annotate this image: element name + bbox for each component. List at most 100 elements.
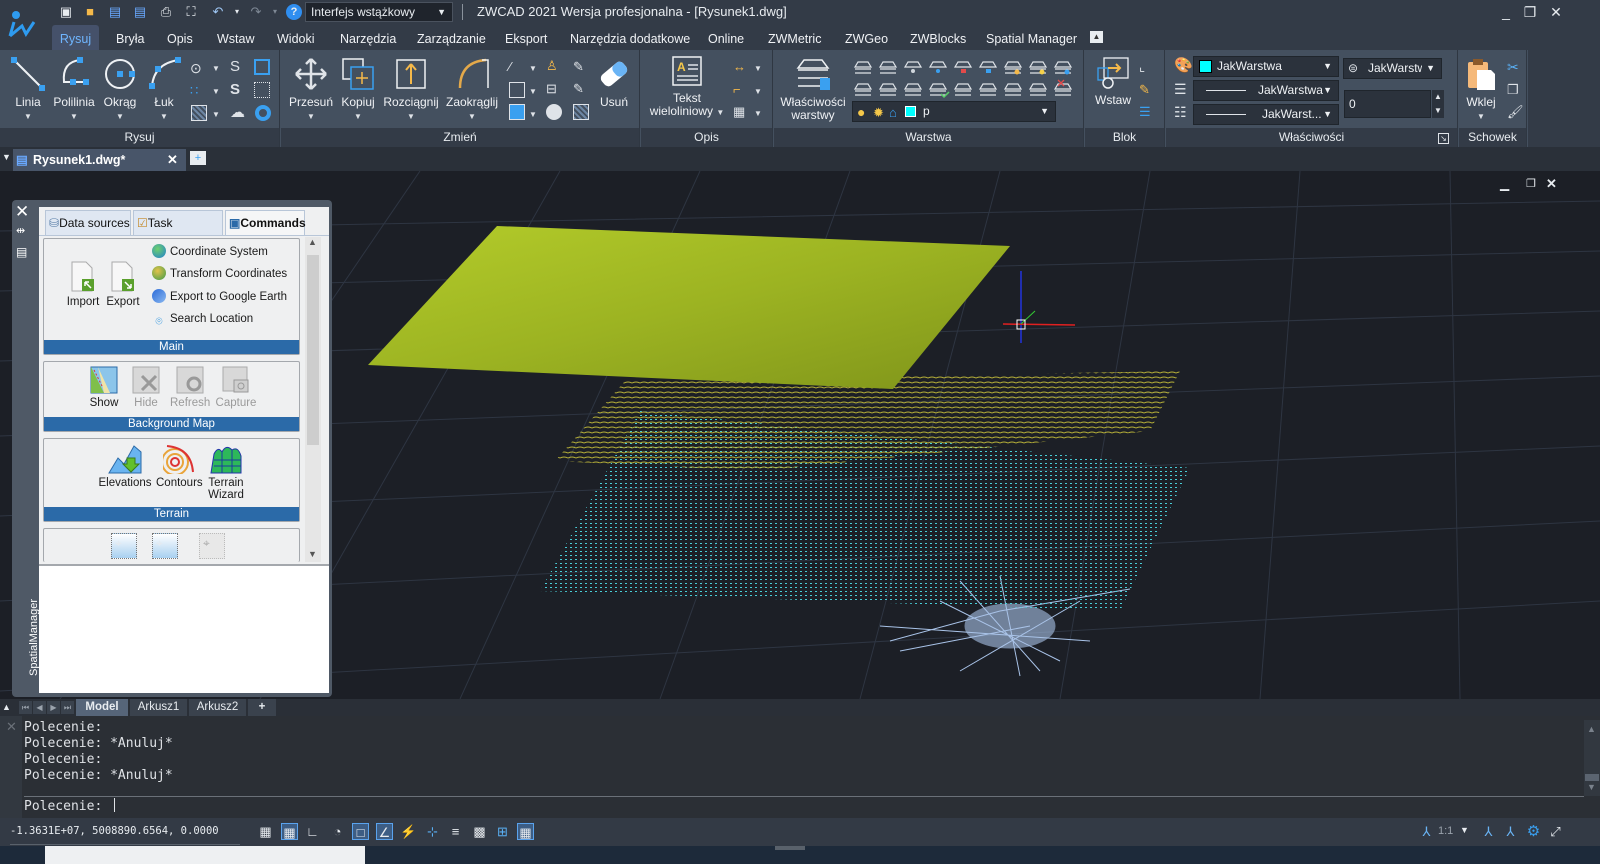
line-button[interactable]: Linia ▼ <box>8 56 48 123</box>
add-layout-button[interactable]: + <box>248 699 276 716</box>
insert-block-button[interactable]: Wstaw <box>1091 56 1135 107</box>
next-layout-icon[interactable]: ▶ <box>47 701 60 714</box>
cut-icon[interactable]: ✂ <box>1507 59 1523 75</box>
tab-bryla[interactable]: Bryła <box>116 25 144 50</box>
open-icon[interactable]: ■ <box>82 4 98 20</box>
prev-layout-icon[interactable]: ◀ <box>33 701 46 714</box>
tab-zwgeo[interactable]: ZWGeo <box>845 25 888 50</box>
dropdown-arrow-icon[interactable]: ▼ <box>754 64 762 73</box>
copy-clip-icon[interactable]: ❐ <box>1507 82 1523 98</box>
spline-icon[interactable]: S <box>230 58 246 75</box>
close-tab-icon[interactable]: ✕ <box>167 149 178 171</box>
workspace-select[interactable]: Interfejs wstążkowy ▼ <box>305 2 453 22</box>
viewport-restore-button[interactable]: ❐ <box>1526 177 1536 190</box>
redo-dropdown-icon[interactable]: ▾ <box>267 4 283 20</box>
object-snap-tracking-icon[interactable]: ∠ <box>376 823 393 840</box>
show-map-button[interactable]: Show <box>88 366 120 409</box>
maximize-button[interactable]: ❐ <box>1519 3 1541 21</box>
mirror-icon[interactable]: ♙ <box>546 58 562 74</box>
selection-cycling-icon[interactable]: ⊞ <box>494 823 511 840</box>
viewport-minimize-button[interactable]: ▁ <box>1500 177 1509 191</box>
paste-button[interactable]: Wklej ▼ <box>1463 56 1499 123</box>
app-logo[interactable] <box>0 0 52 50</box>
donut-icon[interactable] <box>255 105 271 121</box>
tab-commands[interactable]: ▣Commands <box>225 210 306 235</box>
color-select[interactable]: JakWarstwa ▼ <box>1193 56 1339 77</box>
command-input[interactable]: Polecenie: <box>24 796 1584 816</box>
ortho-mode-icon[interactable]: ∟ <box>304 823 321 840</box>
import-button[interactable]: Import <box>66 261 100 308</box>
lineweight-icon[interactable]: ☰ <box>1174 81 1190 97</box>
undo-dropdown-icon[interactable]: ▾ <box>229 4 245 20</box>
last-layout-icon[interactable]: ⏭ <box>61 701 74 714</box>
snap-mode-icon[interactable]: ▦ <box>281 823 298 840</box>
undo-icon[interactable]: ↶ <box>210 4 226 20</box>
dropdown-arrow-icon[interactable]: ▼ <box>529 64 537 73</box>
hide-map-button[interactable]: Hide <box>130 366 162 409</box>
scrollbar[interactable]: ▲ ▼ <box>305 237 321 562</box>
layer-tool-icons[interactable] <box>853 58 1076 102</box>
document-tab[interactable]: ▤ Rysunek1.dwg* ✕ <box>13 149 186 171</box>
scroll-thumb[interactable] <box>307 255 319 445</box>
dropdown-arrow-icon[interactable]: ▼ <box>754 87 762 96</box>
elevations-button[interactable]: Elevations <box>98 444 152 489</box>
rectangle-icon[interactable] <box>254 59 270 75</box>
transparency-display-icon[interactable]: ▩ <box>471 823 488 840</box>
taskbar-item[interactable] <box>45 846 365 864</box>
zoom-extents-icon[interactable]: ⛶ <box>183 4 199 20</box>
print-icon[interactable]: ⎙ <box>158 4 174 20</box>
panel-launcher-icon[interactable]: ↘ <box>1438 133 1449 144</box>
annotation-scale-value[interactable]: 1:1 <box>1438 825 1453 837</box>
tab-zarzadzanie[interactable]: Zarządzanie <box>417 25 486 50</box>
edit-block-icon[interactable]: ✎ <box>1139 82 1155 98</box>
layer-properties-button[interactable]: Właściwości warstwy <box>778 56 848 122</box>
erase-button[interactable]: Usuń <box>594 56 634 109</box>
match-properties-icon[interactable]: 🖌 <box>1507 104 1524 120</box>
polyline-button[interactable]: Polilinia ▼ <box>52 56 96 123</box>
fillet-button[interactable]: Zaokrąglij ▼ <box>444 56 500 123</box>
edit-hatch-icon[interactable] <box>573 104 589 120</box>
object-snap-icon[interactable]: □ <box>352 823 369 840</box>
transparency-input[interactable]: 0 <box>1344 90 1431 118</box>
settings-gear-icon[interactable]: ⚙ <box>1525 823 1542 840</box>
mtext-button[interactable]: A Tekst wieloliniowy ▼ <box>647 56 727 119</box>
offset-icon[interactable] <box>509 104 525 120</box>
dropdown-arrow-icon[interactable]: ▼ <box>529 110 537 119</box>
dropdown-arrow-icon[interactable]: ▼ <box>212 83 228 99</box>
linetype-icon[interactable]: ☷ <box>1174 104 1190 120</box>
linear-dimension-icon[interactable]: ↔ <box>733 59 749 75</box>
tab-data-sources[interactable]: ⛁Data sources <box>45 210 131 235</box>
layout-tab-arkusz1[interactable]: Arkusz1 <box>130 699 187 716</box>
color-palette-icon[interactable]: 🎨 <box>1174 56 1193 74</box>
create-block-icon[interactable]: ⌞ <box>1139 59 1155 75</box>
scroll-down-icon[interactable]: ▼ <box>1587 782 1596 792</box>
quick-properties-icon[interactable]: ▦ <box>517 823 534 840</box>
tab-wstaw[interactable]: Wstaw <box>217 25 255 50</box>
zoom-to-table-button[interactable]: ⌖ <box>152 533 178 559</box>
dropdown-arrow-icon[interactable]: ▼ <box>754 109 762 118</box>
cloud-icon[interactable]: ☁ <box>230 103 246 121</box>
palette-autohide-icon[interactable]: ⇹ <box>16 224 25 237</box>
tab-task-manager[interactable]: ☑Task manager <box>133 210 223 254</box>
scale-dropdown-icon[interactable]: ▼ <box>1460 825 1469 835</box>
align-icon[interactable]: ⊟ <box>546 81 562 97</box>
bomb-explode-icon[interactable] <box>546 104 562 120</box>
spin-up-button[interactable]: ▲ <box>1432 90 1444 104</box>
zoom-to-layer-button[interactable]: ⌖ <box>111 533 137 559</box>
terrain-wizard-button[interactable]: Terrain Wizard <box>206 444 246 501</box>
arc-button[interactable]: Łuk ▼ <box>145 56 183 123</box>
block-attributes-icon[interactable]: ☰ <box>1139 104 1155 120</box>
wipeout-icon[interactable] <box>254 82 270 98</box>
command-line-toggle-icon[interactable]: ▲ <box>2 699 11 716</box>
layer-select[interactable]: ● ✹ ⌂ p ▼ <box>852 101 1056 122</box>
plot-style-select[interactable]: ⊜ JakWarstw ▼ <box>1343 58 1442 79</box>
scroll-thumb[interactable] <box>1585 774 1599 781</box>
tab-narzedzia[interactable]: Narzędzia <box>340 25 396 50</box>
scroll-down-icon[interactable]: ▼ <box>308 549 317 559</box>
zoom-search-button[interactable]: ⌖ <box>199 533 225 559</box>
point-icon[interactable]: ⊙ <box>190 60 206 76</box>
search-location-button[interactable]: ⌾ Search Location <box>152 311 253 328</box>
fullscreen-icon[interactable]: ⤢ <box>1547 823 1564 840</box>
tab-eksport[interactable]: Eksport <box>505 25 547 50</box>
dynamic-input-icon[interactable]: ⊹ <box>424 823 441 840</box>
